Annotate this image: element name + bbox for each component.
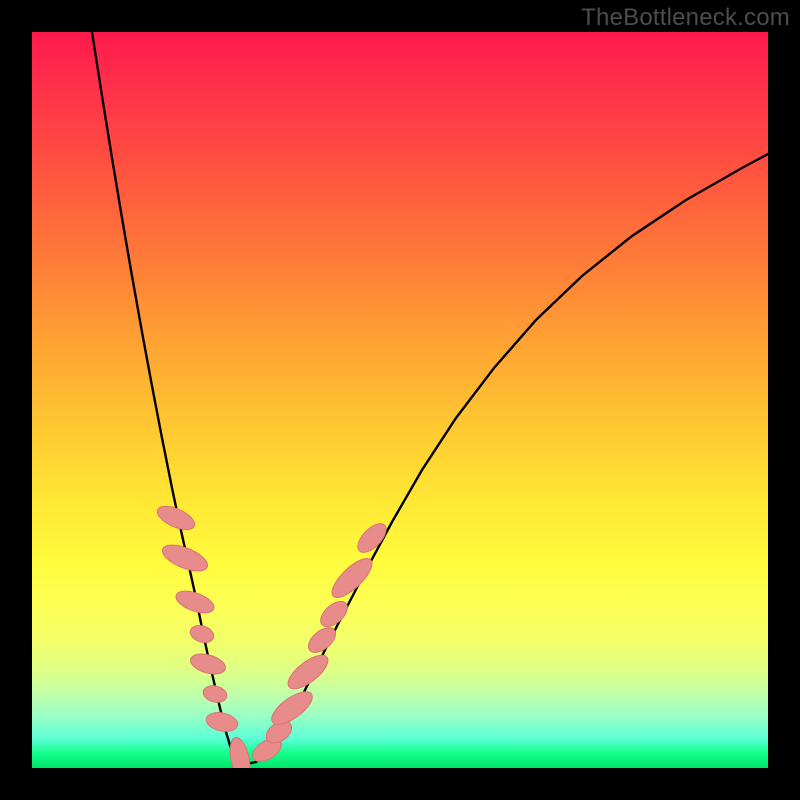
curve-marker — [188, 650, 228, 677]
chart-frame: TheBottleneck.com — [0, 0, 800, 800]
plot-area — [32, 32, 768, 768]
chart-svg — [32, 32, 768, 768]
curve-marker — [353, 519, 391, 557]
bottleneck-curve — [92, 32, 768, 764]
curve-markers — [154, 502, 391, 768]
curve-marker — [188, 623, 216, 646]
curve-marker — [283, 649, 333, 694]
watermark-text: TheBottleneck.com — [581, 4, 790, 32]
curve-marker — [267, 686, 318, 730]
curve-marker — [201, 683, 228, 704]
curve-marker — [227, 736, 254, 768]
curve-marker — [304, 623, 340, 657]
curve-marker — [204, 710, 239, 734]
curve-marker — [316, 597, 352, 632]
